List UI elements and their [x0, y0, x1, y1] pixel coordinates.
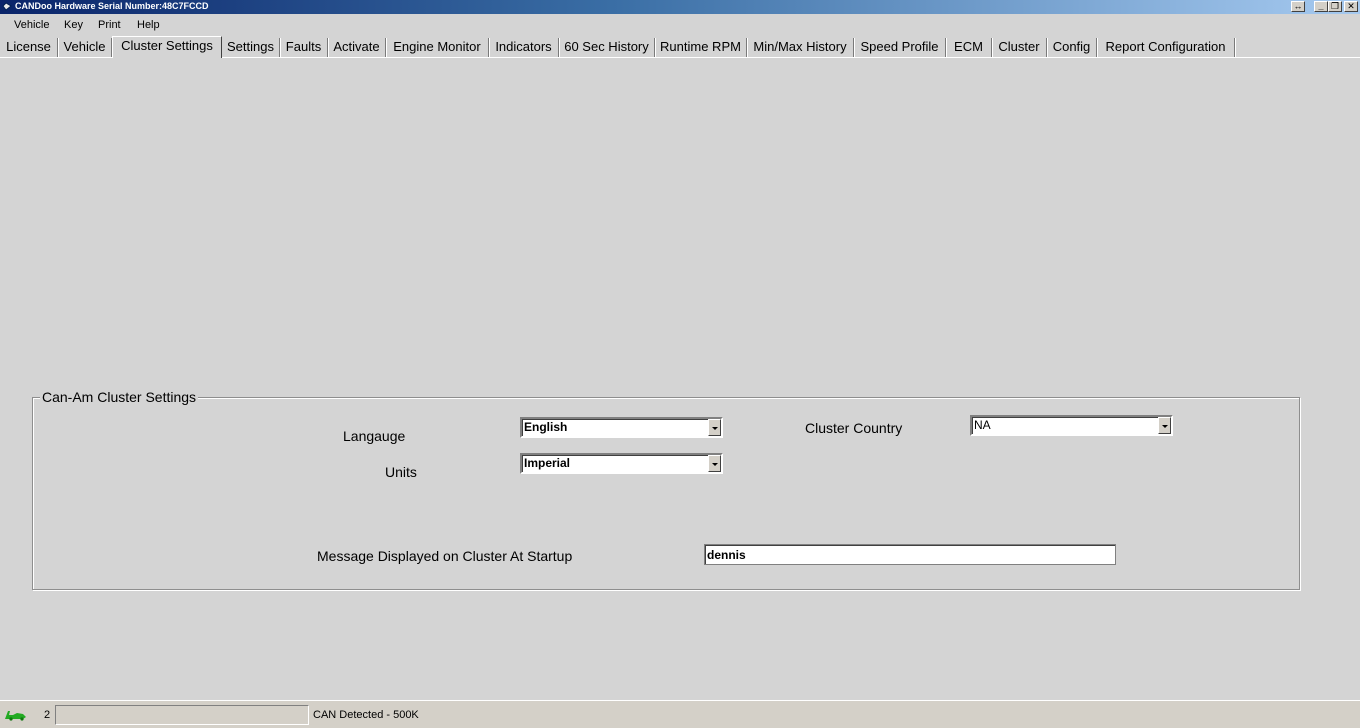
tab-cluster[interactable]: Cluster: [992, 38, 1047, 57]
window-title-bar: CANDoo Hardware Serial Number:48C7FCCD ↔…: [0, 0, 1360, 14]
tab-engine-monitor[interactable]: Engine Monitor: [386, 38, 489, 57]
tab-bar: License Vehicle Cluster Settings Setting…: [0, 36, 1360, 58]
tab-activate[interactable]: Activate: [328, 38, 386, 57]
startup-message-label: Message Displayed on Cluster At Startup: [317, 548, 573, 564]
language-value: English: [524, 420, 568, 434]
startup-message-field[interactable]: [704, 544, 1116, 565]
tab-settings[interactable]: Settings: [222, 38, 280, 57]
menu-print[interactable]: Print: [98, 18, 121, 32]
tab-speed-profile[interactable]: Speed Profile: [854, 38, 946, 57]
tab-ecm[interactable]: ECM: [946, 38, 992, 57]
green-car-icon: [5, 711, 26, 721]
language-label: Langauge: [343, 428, 406, 444]
swap-icon[interactable]: ↔: [1291, 1, 1305, 12]
tab-min-max-history[interactable]: Min/Max History: [747, 38, 854, 57]
window-title: CANDoo Hardware Serial Number:48C7FCCD: [15, 1, 209, 11]
tab-cluster-settings[interactable]: Cluster Settings: [112, 36, 222, 58]
menu-vehicle[interactable]: Vehicle: [14, 18, 49, 32]
cluster-country-select[interactable]: NA: [970, 415, 1173, 436]
units-select[interactable]: Imperial: [520, 453, 723, 474]
tab-license[interactable]: License: [0, 38, 58, 57]
status-bar: 2 CAN Detected - 500K: [0, 700, 1360, 728]
status-count: 2: [44, 709, 51, 721]
language-select[interactable]: English: [520, 417, 723, 438]
cluster-country-label: Cluster Country: [805, 420, 903, 436]
close-button[interactable]: ✕: [1344, 1, 1358, 12]
menu-key[interactable]: Key: [64, 18, 83, 32]
tab-vehicle[interactable]: Vehicle: [58, 38, 112, 57]
status-progress-panel: [55, 705, 309, 725]
chevron-down-icon[interactable]: [708, 419, 721, 436]
can-status-text: CAN Detected - 500K: [313, 709, 419, 721]
chevron-down-icon[interactable]: [1158, 417, 1171, 434]
minimize-button[interactable]: _: [1314, 1, 1328, 12]
tab-report-configuration[interactable]: Report Configuration: [1097, 38, 1235, 57]
restore-button[interactable]: ❐: [1328, 1, 1342, 12]
menu-help[interactable]: Help: [137, 18, 160, 32]
app-logo-icon: [2, 2, 12, 11]
tab-config[interactable]: Config: [1047, 38, 1097, 57]
group-title: Can-Am Cluster Settings: [40, 389, 199, 405]
units-label: Units: [385, 464, 417, 480]
tab-runtime-rpm[interactable]: Runtime RPM: [655, 38, 747, 57]
tab-faults[interactable]: Faults: [280, 38, 328, 57]
tab-60-sec-history[interactable]: 60 Sec History: [559, 38, 655, 57]
menu-bar: Vehicle Key Print Help: [0, 16, 1360, 34]
cluster-country-value: NA: [974, 418, 991, 432]
chevron-down-icon[interactable]: [708, 455, 721, 472]
tab-indicators[interactable]: Indicators: [489, 38, 559, 57]
startup-message-input[interactable]: [705, 545, 1115, 564]
units-value: Imperial: [524, 456, 571, 470]
